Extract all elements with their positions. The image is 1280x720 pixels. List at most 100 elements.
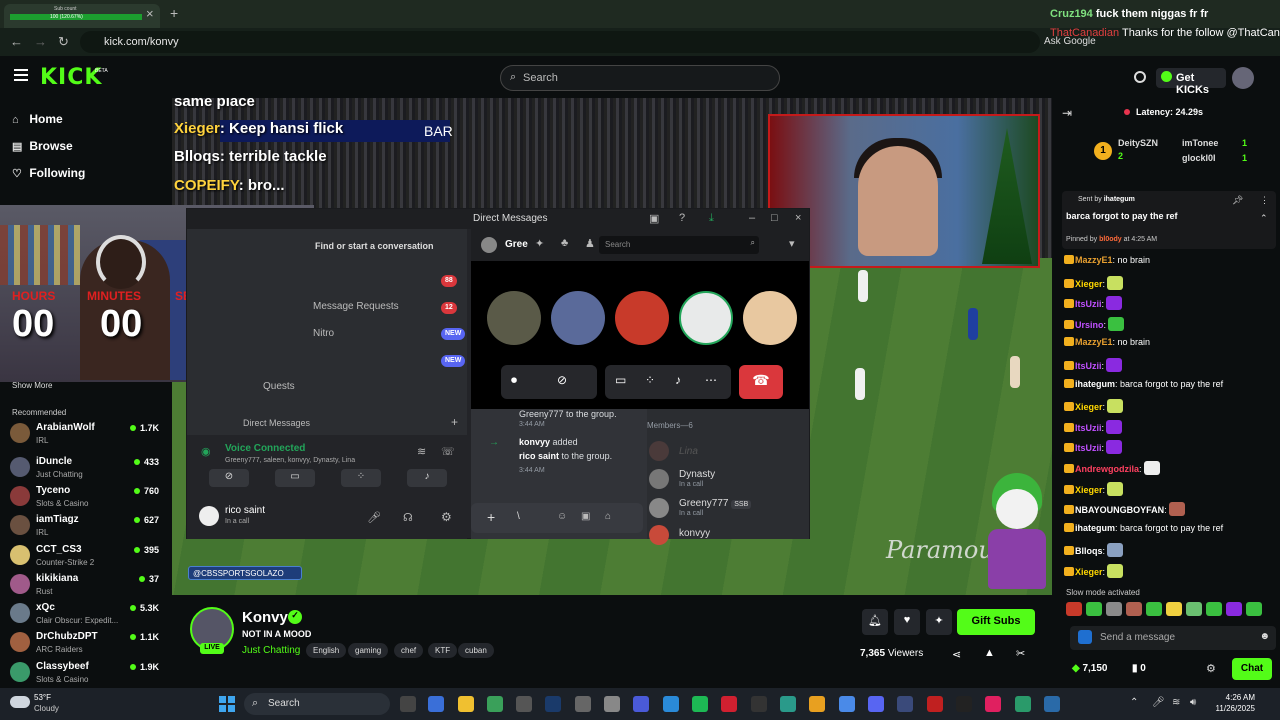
stream-tag[interactable]: KTF: [428, 643, 458, 658]
channel-item[interactable]: CCT_CS3 Counter-Strike 2 395: [10, 542, 165, 570]
capcut-icon[interactable]: [751, 696, 767, 712]
channel-item[interactable]: iDuncle Just Chatting 433: [10, 454, 165, 482]
mic-icon[interactable]: 🎤︎: [1152, 697, 1165, 708]
call-participant-avatar[interactable]: [679, 291, 733, 345]
inbox-icon[interactable]: ▾: [789, 237, 795, 250]
chat-username[interactable]: Ursino: [1075, 320, 1104, 330]
sparkle-icon[interactable]: ✦: [926, 609, 952, 635]
emote[interactable]: [1166, 602, 1182, 616]
noise-suppress-icon[interactable]: ≋: [417, 445, 426, 458]
browser-tab[interactable]: Sub count 100 (120.67%): [4, 4, 160, 28]
emote[interactable]: [1186, 602, 1202, 616]
close-tab-icon[interactable]: ×: [146, 6, 154, 21]
settings-icon[interactable]: ⚙: [441, 510, 452, 524]
bell-icon[interactable]: 🔔︎: [862, 609, 888, 635]
channel-item[interactable]: xQc Clair Obscur: Expedit... 5.3K: [10, 600, 165, 628]
top-gifter-name[interactable]: glockl0I: [1182, 153, 1216, 163]
disconnect-icon[interactable]: ☏: [441, 445, 455, 458]
chrome-canary-icon[interactable]: [809, 696, 825, 712]
chat-username[interactable]: ItsUzii: [1075, 423, 1102, 433]
chat-input[interactable]: Send a message ☻: [1070, 626, 1276, 650]
emoji-icon[interactable]: ☻: [1259, 631, 1270, 642]
gift-icon[interactable]: ⌂: [605, 511, 611, 522]
chat-username[interactable]: MazzyE1: [1075, 255, 1113, 265]
channel-item[interactable]: iamTiagz IRL 627: [10, 512, 165, 540]
pin-icon[interactable]: ✦: [535, 237, 544, 250]
gear-icon[interactable]: ⚙: [1206, 662, 1216, 675]
chat-username[interactable]: ihategum: [1075, 523, 1115, 533]
emote[interactable]: [1146, 602, 1162, 616]
chevron-up-icon[interactable]: ⌃: [1130, 697, 1138, 708]
channel-item[interactable]: DrChubzDPT ARC Raiders 1.1K: [10, 629, 165, 657]
activities-icon[interactable]: ⁘: [645, 373, 655, 387]
copilot-icon[interactable]: [428, 696, 444, 712]
call-participant-avatar[interactable]: [743, 291, 797, 345]
top-gifter-name[interactable]: DeitySZN: [1118, 138, 1158, 148]
chat-username[interactable]: ItsUzii: [1075, 443, 1102, 453]
emoji-icon[interactable]: ☺: [557, 511, 567, 522]
collapse-chat-icon[interactable]: ⇥: [1062, 106, 1072, 120]
call-action-controls[interactable]: ▭ ⁘ ♪ ⋯: [605, 365, 731, 399]
discord-search-input[interactable]: Search ⌕: [599, 236, 759, 254]
call-participant-avatar[interactable]: [615, 291, 669, 345]
mic-icon[interactable]: 🎤︎: [367, 511, 381, 524]
pin-icon[interactable]: 📌︎: [1232, 195, 1243, 206]
streamer-name[interactable]: Konvy: [242, 609, 288, 626]
chat-username[interactable]: Xieger: [1075, 485, 1103, 495]
app-icon[interactable]: [516, 696, 532, 712]
download-icon[interactable]: ⤓: [709, 212, 714, 225]
sidebar-item-home[interactable]: ⌂ Home: [12, 112, 63, 126]
threads-icon[interactable]: ♣: [561, 237, 568, 249]
more-icon[interactable]: ⋯: [705, 373, 717, 387]
spotify-icon[interactable]: [692, 696, 708, 712]
stream-tag[interactable]: gaming: [348, 643, 389, 658]
call-participant-avatar[interactable]: [487, 291, 541, 345]
help-icon[interactable]: ?: [679, 212, 685, 224]
show-more-link[interactable]: Show More: [12, 381, 52, 390]
camera-off-button[interactable]: ⊘: [209, 469, 249, 487]
find-conversation-input[interactable]: Find or start a conversation: [315, 241, 434, 251]
windows-start-icon[interactable]: [219, 696, 235, 712]
hang-up-button[interactable]: ☎: [739, 365, 783, 399]
soundboard-icon[interactable]: ♪: [675, 373, 681, 387]
member-name[interactable]: konvyy: [679, 528, 710, 539]
xbox-icon[interactable]: [487, 696, 503, 712]
menu-icon[interactable]: [14, 69, 28, 81]
clock-time[interactable]: 4:26 AM: [1221, 693, 1255, 702]
app-icon[interactable]: [633, 696, 649, 712]
stream-tag[interactable]: English: [306, 643, 347, 658]
channel-item[interactable]: ArabianWolf IRL 1.7K: [10, 420, 165, 448]
sidebar-item-following[interactable]: ♡ Following: [12, 166, 85, 180]
sidebar-item-browse[interactable]: ▤ Browse: [12, 139, 73, 153]
capcut-icon[interactable]: [956, 696, 972, 712]
stream-tag[interactable]: chef: [394, 643, 424, 658]
pinned-message[interactable]: Sent by ihategum 📌︎ ⋮ barca forgot to pa…: [1062, 191, 1276, 249]
weather-temp[interactable]: 53°F: [34, 693, 51, 702]
file-explorer-icon[interactable]: [458, 696, 474, 712]
wifi-icon[interactable]: ≋: [1172, 697, 1180, 708]
chat-username[interactable]: ItsUzii: [1075, 361, 1102, 371]
report-icon[interactable]: ▲: [984, 647, 995, 659]
quests-item[interactable]: Quests: [263, 381, 295, 392]
chat-username[interactable]: Blloqs: [1075, 546, 1103, 556]
channel-item[interactable]: Classybeef Slots & Casino 1.9K: [10, 659, 165, 687]
mic-icon[interactable]: ⏺: [511, 373, 517, 388]
channel-item[interactable]: Tyceno Slots & Casino 760: [10, 483, 165, 511]
emote[interactable]: [1246, 602, 1262, 616]
clip-icon[interactable]: ✂: [1016, 647, 1025, 660]
chat-username[interactable]: NBAYOUNGBOYFAN: [1075, 505, 1164, 515]
collapse-icon[interactable]: ⌃: [1260, 213, 1268, 224]
obs-icon[interactable]: [575, 696, 591, 712]
member-name[interactable]: Dynasty: [679, 469, 715, 480]
chat-username[interactable]: MazzyE1: [1075, 337, 1113, 347]
channel-item[interactable]: kikikiana Rust 37: [10, 571, 165, 599]
screen-share-button[interactable]: ▭: [275, 469, 315, 487]
app-icon[interactable]: [1044, 696, 1060, 712]
add-attachment-icon[interactable]: +: [487, 509, 495, 525]
minimize-icon[interactable]: –: [749, 212, 755, 224]
chat-username[interactable]: ItsUzii: [1075, 299, 1102, 309]
member-name[interactable]: Greeny777 SSB: [679, 498, 752, 509]
stream-tag[interactable]: cuban: [458, 643, 494, 658]
member-name[interactable]: Lina: [679, 446, 698, 457]
app-icon[interactable]: [1015, 696, 1031, 712]
